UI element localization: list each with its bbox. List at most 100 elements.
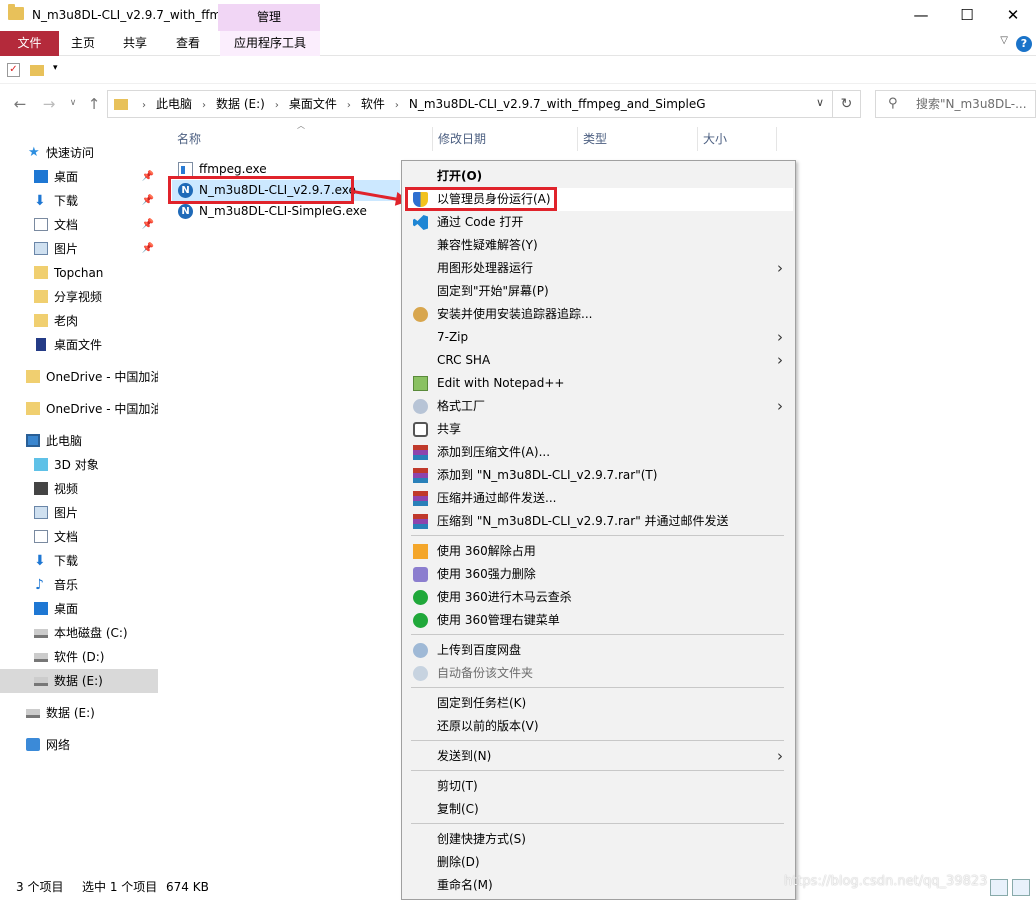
pin-icon[interactable]: 📌 <box>142 165 154 189</box>
maximize-button[interactable]: ☐ <box>944 0 990 31</box>
sidebar-item-pictures[interactable]: 图片 📌 <box>0 237 158 261</box>
sidebar-item-quick-access[interactable]: ★ 快速访问 <box>0 141 158 165</box>
recent-dropdown-icon[interactable]: ∨ <box>64 98 82 108</box>
details-view-icon[interactable] <box>990 879 1008 896</box>
file-row-selected[interactable]: N N_m3u8DL-CLI_v2.9.7.exe <box>172 180 400 201</box>
menu-item-baidu-upload[interactable]: 上传到百度网盘 <box>404 639 793 662</box>
sidebar-item-desktop-files[interactable]: 桌面文件 <box>0 333 158 357</box>
properties-icon[interactable]: ✓ <box>7 63 20 77</box>
menu-item-format-factory[interactable]: 格式工厂 › <box>404 395 793 418</box>
sidebar-item-drive-d[interactable]: 软件 (D:) <box>0 645 158 669</box>
back-arrow-icon[interactable]: ← <box>11 95 29 113</box>
help-icon[interactable]: ? <box>1016 36 1032 52</box>
menu-item-crc-sha[interactable]: CRC SHA › <box>404 349 793 372</box>
customize-dropdown-icon[interactable]: ▾ <box>53 63 58 73</box>
crumb-software[interactable]: 软件 <box>361 97 385 111</box>
sidebar-item-data-e[interactable]: 数据 (E:) <box>0 701 158 725</box>
menu-item-360-shred[interactable]: 使用 360强力删除 <box>404 563 793 586</box>
sidebar-item-3d-objects[interactable]: 3D 对象 <box>0 453 158 477</box>
column-divider[interactable] <box>697 127 698 151</box>
menu-item-share[interactable]: 共享 <box>404 418 793 441</box>
sidebar-item-drive-e[interactable]: 数据 (E:) <box>0 669 158 693</box>
menu-item-restore-versions[interactable]: 还原以前的版本(V) <box>404 715 793 738</box>
column-name[interactable]: 名称 <box>177 126 201 152</box>
menu-item-open-with-code[interactable]: 通过 Code 打开 <box>404 211 793 234</box>
menu-item-pin-taskbar[interactable]: 固定到任务栏(K) <box>404 692 793 715</box>
menu-item-compress-rar-email[interactable]: 压缩到 "N_m3u8DL-CLI_v2.9.7.rar" 并通过邮件发送 <box>404 510 793 533</box>
menu-item-notepad-plus[interactable]: Edit with Notepad++ <box>404 372 793 395</box>
new-folder-icon[interactable] <box>30 65 44 76</box>
column-divider[interactable] <box>577 127 578 151</box>
sidebar-item-onedrive-2[interactable]: OneDrive - 中国加油 <box>0 397 158 421</box>
sidebar-item-downloads[interactable]: ⬇ 下载 📌 <box>0 189 158 213</box>
sidebar-item-share-video[interactable]: 分享视频 <box>0 285 158 309</box>
sidebar-item-network[interactable]: 网络 <box>0 733 158 757</box>
column-divider[interactable] <box>776 127 777 151</box>
tab-app-tools[interactable]: 应用程序工具 <box>220 31 320 56</box>
menu-item-360-unlock[interactable]: 使用 360解除占用 <box>404 540 793 563</box>
sidebar-item-laorou[interactable]: 老肉 <box>0 309 158 333</box>
chevron-right-icon[interactable]: › <box>275 100 279 111</box>
pin-icon[interactable]: 📌 <box>142 213 154 237</box>
tab-file[interactable]: 文件 <box>0 31 59 56</box>
chevron-down-icon[interactable]: ∨ <box>816 96 824 109</box>
crumb-desktop-files[interactable]: 桌面文件 <box>289 97 337 111</box>
menu-item-360-scan[interactable]: 使用 360进行木马云查杀 <box>404 586 793 609</box>
sidebar-item-onedrive-1[interactable]: OneDrive - 中国加油 <box>0 365 158 389</box>
address-bar[interactable]: › 此电脑 › 数据 (E:) › 桌面文件 › 软件 › N_m3u8DL-CLI_v2.9.7… <box>107 90 833 118</box>
menu-item-compress-email[interactable]: 压缩并通过邮件发送... <box>404 487 793 510</box>
chevron-right-icon[interactable]: › <box>395 100 399 111</box>
close-button[interactable]: ✕ <box>990 0 1036 31</box>
menu-item-create-shortcut[interactable]: 创建快捷方式(S) <box>404 828 793 851</box>
menu-item-add-to-archive[interactable]: 添加到压缩文件(A)... <box>404 441 793 464</box>
search-input[interactable]: ⚲ 搜索"N_m3u8DL-... <box>875 90 1036 118</box>
menu-item-360-menu-manage[interactable]: 使用 360管理右键菜单 <box>404 609 793 632</box>
sidebar-item-this-pc[interactable]: 此电脑 <box>0 429 158 453</box>
sidebar-item-music[interactable]: ♪ 音乐 <box>0 573 158 597</box>
up-arrow-icon[interactable]: ↑ <box>85 95 103 113</box>
column-modified[interactable]: 修改日期 <box>438 126 486 152</box>
minimize-button[interactable]: — <box>898 0 944 31</box>
sidebar-item-pc-documents[interactable]: 文档 <box>0 525 158 549</box>
column-size[interactable]: 大小 <box>703 126 727 152</box>
crumb-drive-e[interactable]: 数据 (E:) <box>216 97 265 111</box>
chevron-right-icon[interactable]: › <box>347 100 351 111</box>
forward-arrow-icon[interactable]: → <box>40 95 58 113</box>
pin-icon[interactable]: 📌 <box>142 189 154 213</box>
menu-item-install-tracker[interactable]: 安装并使用安装追踪器追踪... <box>404 303 793 326</box>
menu-item-open[interactable]: 打开(O) <box>404 165 793 188</box>
column-divider[interactable] <box>432 127 433 151</box>
sidebar-item-pc-pictures[interactable]: 图片 <box>0 501 158 525</box>
column-type[interactable]: 类型 <box>583 126 607 152</box>
menu-item-copy[interactable]: 复制(C) <box>404 798 793 821</box>
file-row[interactable]: ffmpeg.exe <box>172 159 400 180</box>
tab-view[interactable]: 查看 <box>167 31 209 56</box>
sidebar-item-pc-downloads[interactable]: ⬇ 下载 <box>0 549 158 573</box>
chevron-right-icon[interactable]: › <box>202 100 206 111</box>
tab-home[interactable]: 主页 <box>62 31 104 56</box>
large-icons-view-icon[interactable] <box>1012 879 1030 896</box>
sidebar-item-drive-c[interactable]: 本地磁盘 (C:) <box>0 621 158 645</box>
menu-item-run-as-admin[interactable]: 以管理员身份运行(A) <box>404 188 793 211</box>
menu-item-7zip[interactable]: 7-Zip › <box>404 326 793 349</box>
menu-item-run-with-gpu[interactable]: 用图形处理器运行 › <box>404 257 793 280</box>
sidebar-item-desktop[interactable]: 桌面 📌 <box>0 165 158 189</box>
sidebar-item-pc-desktop[interactable]: 桌面 <box>0 597 158 621</box>
chevron-down-icon[interactable]: ▽ <box>1000 35 1008 46</box>
menu-item-pin-to-start[interactable]: 固定到"开始"屏幕(P) <box>404 280 793 303</box>
sidebar-item-topchan[interactable]: Topchan <box>0 261 158 285</box>
tab-share[interactable]: 共享 <box>114 31 156 56</box>
menu-item-cut[interactable]: 剪切(T) <box>404 775 793 798</box>
sidebar-item-videos[interactable]: 视频 <box>0 477 158 501</box>
sidebar-item-documents[interactable]: 文档 📌 <box>0 213 158 237</box>
menu-item-delete[interactable]: 删除(D) <box>404 851 793 874</box>
tab-manage[interactable]: 管理 <box>218 4 320 31</box>
refresh-button[interactable]: ↻ <box>833 90 861 118</box>
file-row[interactable]: N N_m3u8DL-CLI-SimpleG.exe <box>172 201 400 222</box>
menu-item-add-to-rar[interactable]: 添加到 "N_m3u8DL-CLI_v2.9.7.rar"(T) <box>404 464 793 487</box>
crumb-current-folder[interactable]: N_m3u8DL-CLI_v2.9.7_with_ffmpeg_and_Simp… <box>409 97 706 111</box>
crumb-this-pc[interactable]: 此电脑 <box>156 97 192 111</box>
menu-item-compat-troubleshoot[interactable]: 兼容性疑难解答(Y) <box>404 234 793 257</box>
pin-icon[interactable]: 📌 <box>142 237 154 261</box>
menu-item-send-to[interactable]: 发送到(N) › <box>404 745 793 768</box>
